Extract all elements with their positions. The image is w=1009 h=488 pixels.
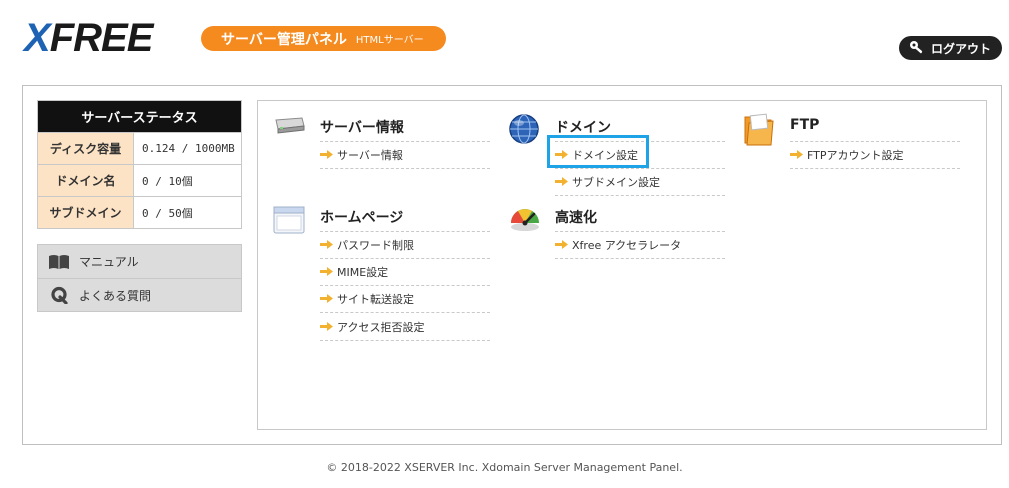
divider bbox=[555, 195, 725, 196]
server-status-table: サーバーステータス ディスク容量 0.124 / 1000MB ドメイン名 0 … bbox=[37, 100, 242, 229]
link-label: サイト転送設定 bbox=[337, 292, 414, 306]
link-xfree-accelerator[interactable]: Xfree アクセラレータ bbox=[555, 231, 681, 258]
section-title-server: サーバー情報 bbox=[320, 120, 404, 136]
key-icon bbox=[909, 40, 925, 56]
side-item-label: マニュアル bbox=[79, 255, 139, 269]
arrow-right-icon bbox=[320, 322, 333, 331]
side-menu: マニュアル よくある質問 bbox=[37, 244, 242, 312]
section-title-speed: 高速化 bbox=[555, 210, 597, 226]
window-icon bbox=[273, 206, 305, 237]
link-label: MIME設定 bbox=[337, 265, 389, 279]
divider bbox=[555, 258, 725, 259]
arrow-right-icon bbox=[555, 240, 568, 249]
status-value: 0 / 50個 bbox=[142, 206, 193, 220]
selection-highlight bbox=[547, 135, 649, 168]
link-label: パスワード制限 bbox=[337, 238, 414, 252]
divider bbox=[790, 168, 960, 169]
divider bbox=[320, 340, 490, 341]
link-label: Xfree アクセラレータ bbox=[572, 238, 682, 252]
status-row-disk: ディスク容量 0.124 / 1000MB bbox=[38, 132, 241, 164]
link-site-redirect[interactable]: サイト転送設定 bbox=[320, 285, 414, 312]
arrow-right-icon bbox=[320, 267, 333, 276]
section-title-domain: ドメイン bbox=[555, 120, 611, 136]
status-value: 0.124 / 1000MB bbox=[142, 142, 235, 155]
book-icon bbox=[48, 254, 70, 270]
side-item-manual[interactable]: マニュアル bbox=[38, 245, 241, 278]
link-password-restriction[interactable]: パスワード制限 bbox=[320, 231, 414, 258]
link-mime-settings[interactable]: MIME設定 bbox=[320, 258, 388, 285]
link-label: サーバー情報 bbox=[337, 148, 403, 162]
divider bbox=[320, 168, 490, 169]
badge-main-label: サーバー管理パネル bbox=[221, 31, 347, 48]
arrow-right-icon bbox=[790, 150, 803, 159]
link-label: アクセス拒否設定 bbox=[337, 320, 425, 334]
link-ftp-account[interactable]: FTPアカウント設定 bbox=[790, 141, 904, 168]
section-title-ftp: FTP bbox=[790, 117, 820, 133]
side-item-faq[interactable]: よくある質問 bbox=[38, 278, 241, 311]
q-icon bbox=[48, 286, 70, 304]
panel-badge: サーバー管理パネル HTMLサーバー bbox=[201, 26, 446, 51]
status-key: ディスク容量 bbox=[38, 133, 134, 164]
link-label: FTPアカウント設定 bbox=[807, 148, 904, 162]
xfree-logo: XFREE bbox=[24, 16, 153, 60]
server-icon bbox=[272, 116, 306, 139]
badge-sub-label: HTMLサーバー bbox=[355, 35, 424, 46]
arrow-right-icon bbox=[320, 150, 333, 159]
link-subdomain-settings[interactable]: サブドメイン設定 bbox=[555, 168, 660, 195]
status-row-domain: ドメイン名 0 / 10個 bbox=[38, 164, 241, 196]
link-server-info[interactable]: サーバー情報 bbox=[320, 141, 403, 168]
arrow-right-icon bbox=[555, 177, 568, 186]
server-status-title: サーバーステータス bbox=[38, 101, 241, 132]
arrow-right-icon bbox=[320, 240, 333, 249]
globe-icon bbox=[508, 113, 540, 148]
footer-copyright: © 2018-2022 XSERVER Inc. Xdomain Server … bbox=[326, 461, 683, 474]
section-title-homepage: ホームページ bbox=[320, 210, 404, 226]
link-label: サブドメイン設定 bbox=[572, 175, 660, 189]
status-key: サブドメイン bbox=[38, 197, 134, 228]
gauge-icon bbox=[508, 205, 542, 236]
status-key: ドメイン名 bbox=[38, 165, 134, 196]
link-access-deny[interactable]: アクセス拒否設定 bbox=[320, 313, 424, 340]
folder-icon bbox=[743, 113, 775, 150]
logo-text: XFREE bbox=[24, 16, 153, 60]
status-value: 0 / 10個 bbox=[142, 174, 193, 188]
logout-label: ログアウト bbox=[931, 41, 992, 56]
status-row-subdomain: サブドメイン 0 / 50個 bbox=[38, 196, 241, 228]
arrow-right-icon bbox=[320, 294, 333, 303]
logout-button[interactable]: ログアウト bbox=[899, 36, 1002, 60]
side-item-label: よくある質問 bbox=[79, 288, 152, 303]
